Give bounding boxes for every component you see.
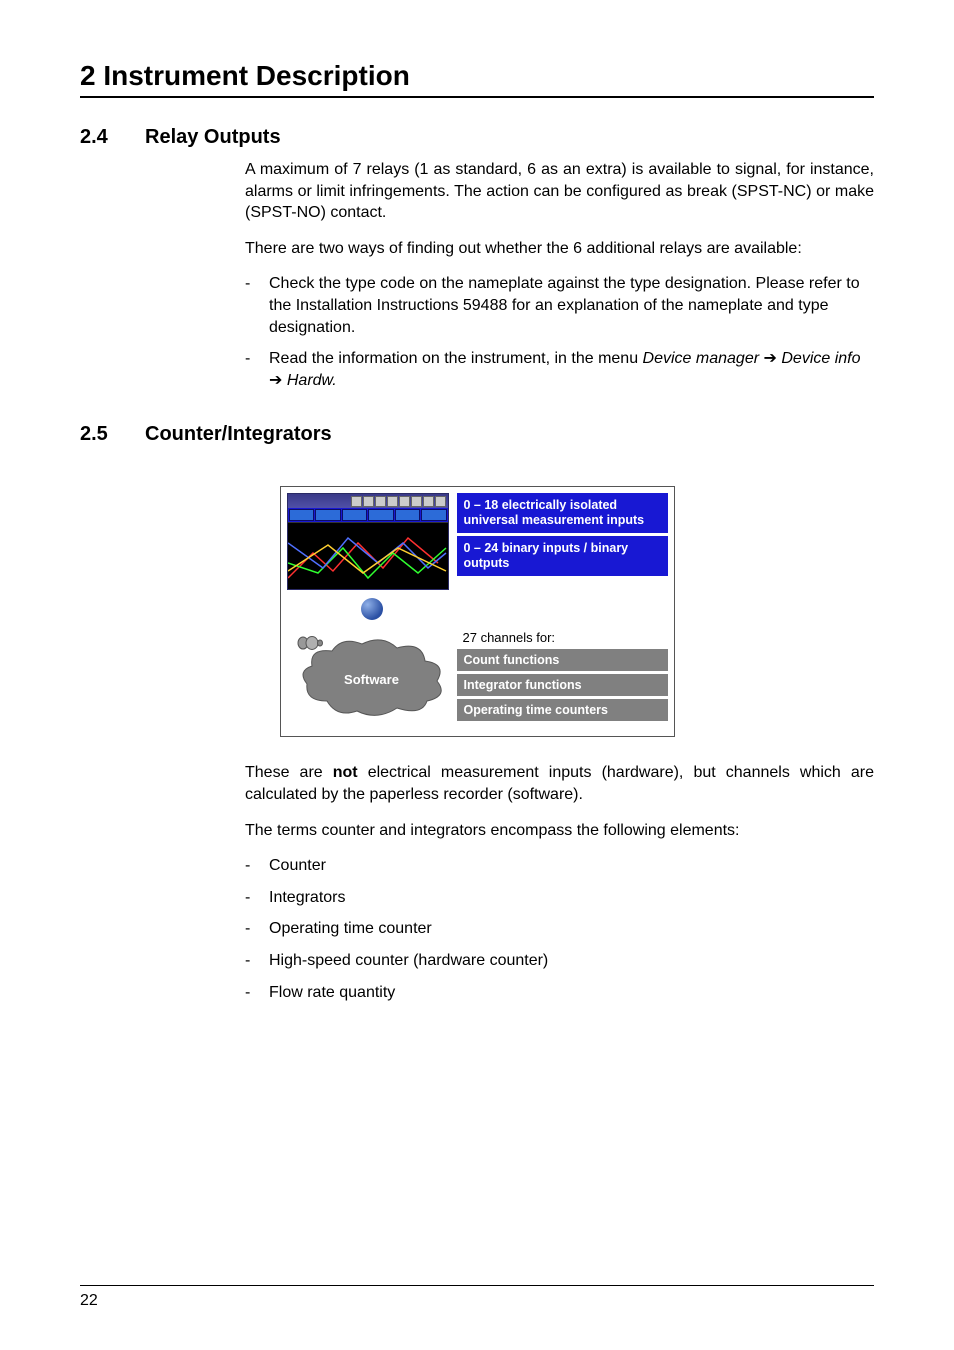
trend-lines-icon bbox=[288, 523, 448, 589]
list-item: - Flow rate quantity bbox=[245, 982, 874, 1004]
section-header-2-4: 2.4 Relay Outputs bbox=[80, 126, 874, 149]
text: Read the information on the instrument, … bbox=[269, 350, 643, 367]
bullet-text: Flow rate quantity bbox=[269, 982, 874, 1004]
diagram-box-count: Count functions bbox=[457, 649, 668, 671]
paragraph: A maximum of 7 relays (1 as standard, 6 … bbox=[245, 159, 874, 224]
connector-icon bbox=[297, 636, 323, 650]
bullet-text: High-speed counter (hardware counter) bbox=[269, 950, 874, 972]
connector-dot bbox=[361, 598, 383, 620]
list-item: - High-speed counter (hardware counter) bbox=[245, 950, 874, 972]
bullet-text: Integrators bbox=[269, 887, 874, 909]
software-label: Software bbox=[297, 672, 447, 687]
list-item: - Check the type code on the nameplate a… bbox=[245, 273, 874, 338]
menu-path: Device info bbox=[781, 350, 860, 367]
bullet-dash: - bbox=[245, 982, 269, 1004]
text-bold: not bbox=[333, 764, 358, 781]
page-number: 22 bbox=[80, 1292, 98, 1309]
text: These are bbox=[245, 764, 333, 781]
device-thumbnail bbox=[287, 493, 449, 590]
list-item: - Counter bbox=[245, 855, 874, 877]
menu-path: Device manager bbox=[643, 350, 760, 367]
bullet-text: Counter bbox=[269, 855, 874, 877]
diagram-box-integrator: Integrator functions bbox=[457, 674, 668, 696]
section-title: Relay Outputs bbox=[145, 126, 281, 149]
bullet-text: Check the type code on the nameplate aga… bbox=[269, 273, 874, 338]
arrow-icon: ➔ bbox=[269, 372, 282, 389]
diagram-box-optime: Operating time counters bbox=[457, 699, 668, 721]
section-title: Counter/Integrators bbox=[145, 423, 332, 446]
list-item: - Integrators bbox=[245, 887, 874, 909]
bullet-dash: - bbox=[245, 273, 269, 338]
bullet-dash: - bbox=[245, 950, 269, 972]
diagram: 0 – 18 electrically isolated universal m… bbox=[280, 486, 675, 737]
bullet-dash: - bbox=[245, 348, 269, 391]
chapter-title: 2 Instrument Description bbox=[80, 60, 874, 98]
paragraph: The terms counter and integrators encomp… bbox=[245, 820, 874, 842]
bullet-text: Operating time counter bbox=[269, 918, 874, 940]
bullet-dash: - bbox=[245, 887, 269, 909]
bullet-dash: - bbox=[245, 855, 269, 877]
bullet-text: Read the information on the instrument, … bbox=[269, 348, 874, 391]
paragraph: These are not electrical measurement inp… bbox=[245, 762, 874, 805]
list-item: - Operating time counter bbox=[245, 918, 874, 940]
section-number: 2.4 bbox=[80, 126, 145, 149]
section-number: 2.5 bbox=[80, 423, 145, 446]
diagram-box-binary: 0 – 24 binary inputs / binary outputs bbox=[457, 536, 668, 576]
paragraph: There are two ways of finding out whethe… bbox=[245, 238, 874, 260]
list-item: - Read the information on the instrument… bbox=[245, 348, 874, 391]
page-footer: 22 bbox=[80, 1285, 874, 1310]
diagram-box-inputs: 0 – 18 electrically isolated universal m… bbox=[457, 493, 668, 533]
diagram-channels-label: 27 channels for: bbox=[463, 630, 668, 645]
bullet-dash: - bbox=[245, 918, 269, 940]
section-header-2-5: 2.5 Counter/Integrators bbox=[80, 423, 874, 446]
arrow-icon: ➔ bbox=[764, 350, 777, 367]
menu-path: Hardw. bbox=[287, 372, 337, 389]
software-cloud: Software bbox=[297, 636, 447, 721]
